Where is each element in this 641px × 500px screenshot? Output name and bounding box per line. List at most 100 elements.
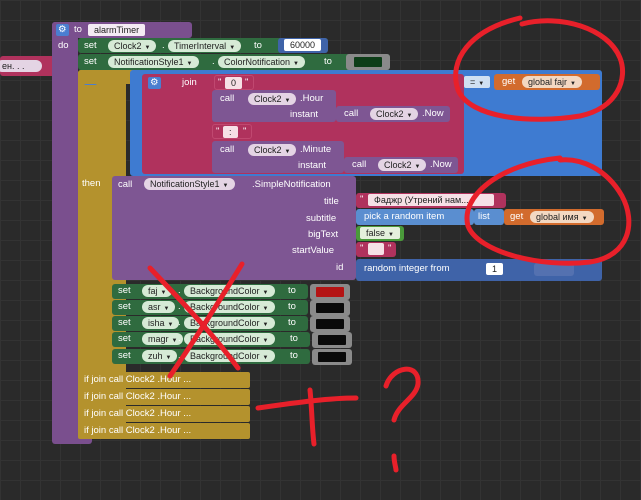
component-dropdown[interactable]: isha ▼: [142, 317, 180, 329]
clock-hour-call[interactable]: call Clock2 ▼ .Hour instant: [212, 90, 336, 122]
var-dropdown[interactable]: global fajr ▼: [522, 76, 582, 88]
clock2-dropdown[interactable]: Clock2 ▼: [378, 159, 427, 171]
clock2-dropdown[interactable]: Clock2 ▼: [248, 93, 297, 105]
collapsed-label: if join call Clock2 .Hour ...: [84, 374, 192, 385]
procedure-block[interactable]: [52, 22, 78, 442]
false-label: false: [366, 228, 386, 238]
number-field[interactable]: 60000: [284, 39, 322, 51]
collapsed-label: if join call Clock2 .Hour ...: [84, 408, 192, 419]
startvalue-text-block[interactable]: " ": [356, 242, 396, 257]
pick-random-item-block[interactable]: pick a random item list: [356, 209, 486, 225]
clock2-dropdown[interactable]: Clock2 ▼: [108, 40, 157, 52]
join-label: join: [182, 77, 197, 88]
false-dropdown[interactable]: false ▼: [360, 227, 400, 239]
clock-minute-call[interactable]: call Clock2 ▼ .Minute instant: [212, 141, 344, 173]
method-label: .SimpleNotification: [252, 179, 331, 190]
obj-label: zuh: [148, 351, 163, 361]
component-dropdown[interactable]: faj ▼: [142, 285, 173, 297]
set-background-color-row[interactable]: set faj ▼. BackgroundColor ▼ to: [112, 284, 308, 299]
component-dropdown[interactable]: asr ▼: [142, 301, 176, 313]
clock2-dropdown[interactable]: Clock2 ▼: [248, 144, 297, 156]
dot: .: [178, 350, 181, 361]
text-colon-field[interactable]: :: [223, 126, 238, 138]
color-swatch-block[interactable]: [310, 300, 350, 316]
color-swatch-block[interactable]: [346, 54, 390, 70]
color-notification-dropdown[interactable]: ColorNotification ▼: [218, 56, 305, 68]
clock2-dropdown[interactable]: Clock2 ▼: [370, 108, 419, 120]
proc-name-field[interactable]: alarmTimer: [88, 24, 146, 36]
set-label: set: [118, 350, 131, 361]
simple-notification-call[interactable]: call NotificationStyle1 ▼ .SimpleNotifica…: [112, 176, 356, 280]
pick-label: pick a random item: [364, 211, 445, 222]
compare-op-dropdown[interactable]: = ▼: [464, 76, 491, 88]
background-color-dropdown[interactable]: BackgroundColor ▼: [184, 301, 275, 313]
procedure-header[interactable]: ⚙ to alarmTimer: [52, 22, 192, 38]
background-color-dropdown[interactable]: BackgroundColor ▼: [184, 333, 275, 345]
bigtext-false-block[interactable]: false ▼: [356, 226, 404, 241]
text-colon-block[interactable]: " : ": [212, 124, 252, 139]
obj-label: NotificationStyle1: [114, 57, 184, 67]
get-label: get: [510, 211, 524, 222]
chevron-down-icon: ▼: [284, 98, 291, 104]
title-param-label: title: [324, 196, 339, 207]
collapsed-if-block[interactable]: if join call Clock2 .Hour ...: [78, 389, 250, 405]
notification-style-dropdown[interactable]: NotificationStyle1 ▼: [144, 178, 235, 190]
var-dropdown[interactable]: global имя ▼: [530, 211, 594, 223]
collapsed-if-block[interactable]: if join call Clock2 .Hour ...: [78, 406, 250, 422]
number-block[interactable]: 60000: [278, 38, 328, 53]
color-swatch-block[interactable]: [312, 349, 352, 365]
chevron-down-icon: ▼: [171, 338, 178, 344]
bigtext-param-label: bigText: [308, 229, 339, 240]
gear-icon[interactable]: ⚙: [56, 24, 69, 36]
proc-do-label: do: [58, 40, 69, 51]
list-label: list: [478, 211, 490, 222]
var-label: global имя: [536, 212, 579, 222]
from-number-field[interactable]: 1: [486, 263, 504, 275]
set-background-color-row[interactable]: set magr ▼. BackgroundColor ▼ to: [112, 332, 310, 347]
color-swatch: [318, 335, 346, 345]
color-swatch: [318, 352, 346, 362]
title-text-block[interactable]: " Фаджр (Утрений нам...: [356, 193, 506, 208]
get-name-block[interactable]: get global имя ▼: [504, 209, 604, 225]
random-integer-block[interactable]: random integer from 1: [356, 259, 602, 281]
collapsed-if-block[interactable]: if join call Clock2 .Hour ...: [78, 423, 250, 439]
gear-icon[interactable]: ⚙: [148, 77, 161, 89]
obj-label: Clock2: [384, 160, 412, 170]
background-color-dropdown[interactable]: BackgroundColor ▼: [184, 285, 275, 297]
clock-now-call[interactable]: call Clock2 ▼ .Now: [336, 106, 450, 122]
color-swatch-block[interactable]: [310, 316, 350, 332]
chevron-down-icon: ▼: [581, 216, 588, 222]
instant-label: instant: [290, 109, 318, 120]
partial-left-block[interactable]: ен. . .: [0, 56, 56, 76]
text-zero-field[interactable]: 0: [225, 77, 243, 89]
notification-style-dropdown[interactable]: NotificationStyle1 ▼: [108, 56, 199, 68]
component-dropdown[interactable]: zuh ▼: [142, 350, 178, 362]
get-fajr-block[interactable]: get global fajr ▼: [494, 74, 600, 90]
obj-label: isha: [148, 318, 165, 328]
collapsed-if-block[interactable]: if join call Clock2 .Hour ...: [78, 372, 250, 388]
clock-now-call[interactable]: call Clock2 ▼ .Now: [344, 157, 458, 173]
chevron-down-icon: ▼: [570, 81, 576, 87]
obj-label: Clock2: [376, 109, 404, 119]
quote-open: ": [360, 194, 364, 205]
quote-close: ": [243, 126, 247, 137]
color-swatch-block[interactable]: [312, 332, 352, 348]
prop-label: BackgroundColor: [190, 286, 260, 296]
set-background-color-row[interactable]: set asr ▼. BackgroundColor ▼ to: [112, 300, 308, 315]
title-text-field[interactable]: Фаджр (Утрений нам...: [368, 194, 494, 206]
to-label: to: [290, 350, 298, 361]
color-swatch: [316, 303, 344, 313]
id-param-label: id: [336, 262, 344, 273]
chevron-down-icon: ▼: [414, 164, 421, 170]
set-background-color-row[interactable]: set isha ▼. BackgroundColor ▼ to: [112, 316, 308, 331]
set-color-notification[interactable]: set NotificationStyle1 ▼ . ColorNotificat…: [78, 54, 390, 70]
background-color-dropdown[interactable]: BackgroundColor ▼: [184, 350, 275, 362]
set-background-color-row[interactable]: set zuh ▼. BackgroundColor ▼ to: [112, 349, 310, 364]
background-color-dropdown[interactable]: BackgroundColor ▼: [184, 317, 275, 329]
color-swatch-block[interactable]: [310, 284, 350, 300]
text-zero-block[interactable]: " 0 ": [214, 75, 254, 90]
timer-interval-dropdown[interactable]: TimerInterval ▼: [168, 40, 242, 52]
startvalue-text-field[interactable]: [368, 243, 384, 255]
collapsed-label: if join call Clock2 .Hour ...: [84, 425, 192, 436]
set-timer-interval[interactable]: set Clock2 ▼ . TimerInterval ▼ to 60000: [78, 38, 328, 53]
